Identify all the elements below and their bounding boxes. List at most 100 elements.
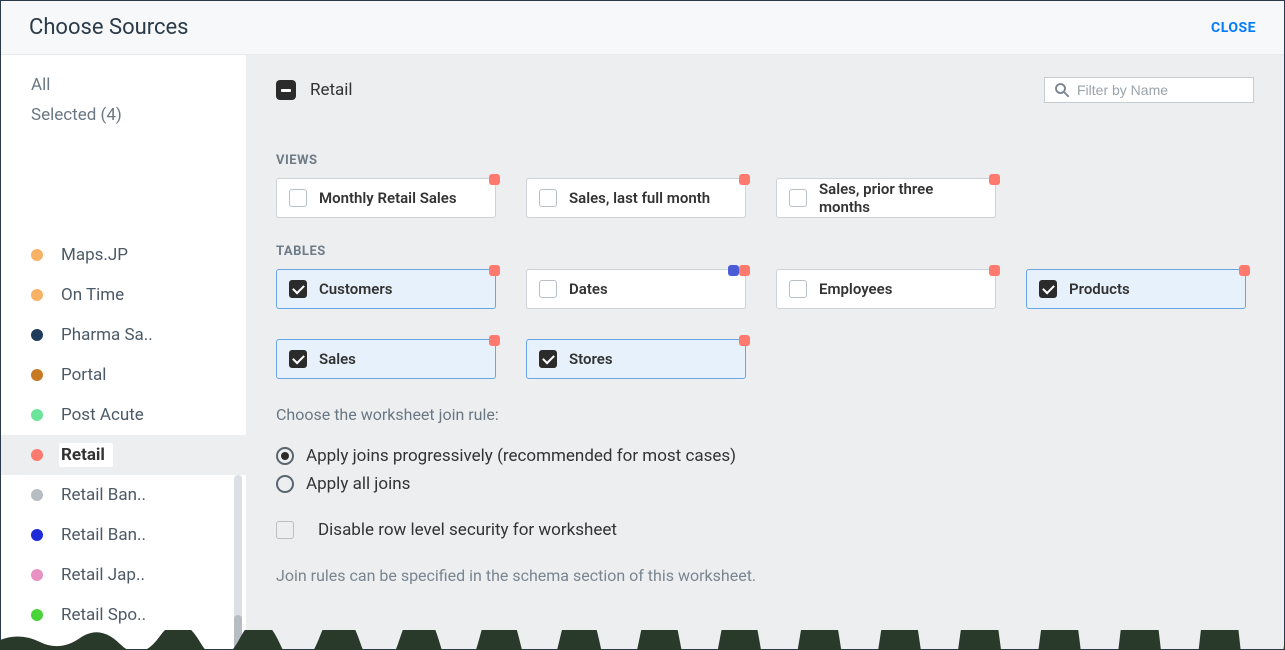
badge-icon <box>1239 265 1250 276</box>
group-label: Retail <box>310 80 353 100</box>
sidebar-item[interactable]: Retail Jap.. <box>31 555 246 595</box>
sidebar-item[interactable]: Portal <box>31 355 246 395</box>
checkbox-icon <box>289 189 307 207</box>
source-color-dot <box>31 289 43 301</box>
source-color-dot <box>31 449 43 461</box>
main-header: Retail <box>276 77 1254 103</box>
sidebar-item[interactable]: Post Acute <box>31 395 246 435</box>
group-checkbox-indeterminate[interactable] <box>276 80 296 100</box>
tables-row: Customers Dates Employees Products Sales Stor… <box>276 269 1254 379</box>
radio-icon <box>276 475 294 493</box>
badge-icon <box>989 265 1000 276</box>
filter-input[interactable] <box>1077 82 1258 98</box>
checkbox-icon <box>539 280 557 298</box>
radio-label: Apply all joins <box>306 474 410 494</box>
source-color-dot <box>31 529 43 541</box>
dialog-body: All Selected (4) Maps.JP On Time Pharma Sa… <box>1 55 1284 649</box>
filter-box[interactable] <box>1044 77 1254 103</box>
sidebar-item-label: Retail Spo.. <box>61 605 146 625</box>
sidebar-filter-links: All Selected (4) <box>31 75 246 125</box>
radio-apply-progressive[interactable]: Apply joins progressively (recommended f… <box>276 446 1254 466</box>
source-color-dot <box>31 489 43 501</box>
badge-icon <box>739 265 750 276</box>
view-card-label: Sales, prior three months <box>819 180 983 216</box>
sidebar-item-label: Post Acute <box>61 405 144 425</box>
table-card-label: Products <box>1069 280 1130 298</box>
views-section-label: VIEWS <box>276 153 1254 168</box>
radio-label: Apply joins progressively (recommended f… <box>306 446 736 466</box>
dialog-header: Choose Sources CLOSE <box>1 1 1284 55</box>
view-card[interactable]: Sales, prior three months <box>776 178 996 218</box>
source-color-dot <box>31 249 43 261</box>
sidebar-item[interactable]: Maps.JP <box>31 235 246 275</box>
badge-icon <box>489 174 500 185</box>
checkbox-icon <box>539 189 557 207</box>
radio-apply-all[interactable]: Apply all joins <box>276 474 1254 494</box>
sidebar-item[interactable]: On Time <box>31 275 246 315</box>
sidebar-item-label: Retail Ban.. <box>61 525 146 545</box>
checkbox-icon <box>276 521 294 539</box>
view-card-label: Monthly Retail Sales <box>319 189 457 207</box>
checkbox-icon <box>539 350 557 368</box>
badge-icon <box>489 265 500 276</box>
tables-section-label: TABLES <box>276 244 1254 259</box>
source-color-dot <box>31 569 43 581</box>
table-card[interactable]: Dates <box>526 269 746 309</box>
source-color-dot <box>31 369 43 381</box>
sidebar-link-all[interactable]: All <box>31 75 246 95</box>
sidebar-item-label: Retail <box>61 445 105 465</box>
badge-icon <box>739 335 750 346</box>
views-row: Monthly Retail Sales Sales, last full mon… <box>276 178 1254 218</box>
table-card[interactable]: Employees <box>776 269 996 309</box>
badge-icon <box>489 335 500 346</box>
table-card[interactable]: Products <box>1026 269 1246 309</box>
main-panel: Retail VIEWS Monthly Retail Sales Sales, … <box>246 55 1284 649</box>
sidebar-item-label: Retail Jap.. <box>61 565 145 585</box>
dialog-title: Choose Sources <box>29 15 189 40</box>
sidebar-item[interactable]: Retail Spo.. <box>31 595 246 635</box>
table-card-label: Stores <box>569 350 613 368</box>
sidebar-item[interactable]: Retail Ban.. <box>31 515 246 555</box>
table-card[interactable]: Stores <box>526 339 746 379</box>
close-button[interactable]: CLOSE <box>1211 20 1256 36</box>
table-card-label: Dates <box>569 280 608 298</box>
view-card[interactable]: Monthly Retail Sales <box>276 178 496 218</box>
search-icon <box>1053 81 1071 99</box>
checkbox-icon <box>789 280 807 298</box>
table-card-label: Customers <box>319 280 392 298</box>
checkbox-icon <box>289 280 307 298</box>
table-card-label: Sales <box>319 350 356 368</box>
checkbox-icon <box>789 189 807 207</box>
sidebar-item-label: On Time <box>61 285 124 305</box>
badge-icon <box>739 174 750 185</box>
checkbox-label: Disable row level security for worksheet <box>318 520 617 540</box>
disable-rls-checkbox[interactable]: Disable row level security for worksheet <box>276 520 1254 540</box>
sidebar-link-selected[interactable]: Selected (4) <box>31 105 246 125</box>
source-list: Maps.JP On Time Pharma Sa.. Portal Post Acut… <box>31 235 246 635</box>
table-card[interactable]: Sales <box>276 339 496 379</box>
sidebar-item-label: Pharma Sa.. <box>61 325 153 345</box>
sidebar-item[interactable]: Pharma Sa.. <box>31 315 246 355</box>
join-note: Join rules can be specified in the schem… <box>276 566 1254 585</box>
table-card[interactable]: Customers <box>276 269 496 309</box>
join-hint: Choose the worksheet join rule: <box>276 405 1254 424</box>
badge-icon <box>728 265 739 276</box>
choose-sources-dialog: Choose Sources CLOSE All Selected (4) Ma… <box>0 0 1285 650</box>
sidebar-item-label: Maps.JP <box>61 245 128 265</box>
view-card[interactable]: Sales, last full month <box>526 178 746 218</box>
sidebar-item[interactable]: Retail Ban.. <box>31 475 246 515</box>
sidebar-item[interactable]: Retail <box>1 435 246 475</box>
join-section: Choose the worksheet join rule: Apply jo… <box>276 405 1254 585</box>
badge-icon <box>989 174 1000 185</box>
group-title: Retail <box>276 80 353 100</box>
sidebar-item-label: Portal <box>61 365 106 385</box>
source-color-dot <box>31 609 43 621</box>
table-card-label: Employees <box>819 280 892 298</box>
view-card-label: Sales, last full month <box>569 189 710 207</box>
checkbox-icon <box>289 350 307 368</box>
source-color-dot <box>31 329 43 341</box>
source-color-dot <box>31 409 43 421</box>
radio-icon <box>276 447 294 465</box>
scrollbar-thumb[interactable] <box>234 615 242 649</box>
sidebar-item-label: Retail Ban.. <box>61 485 146 505</box>
